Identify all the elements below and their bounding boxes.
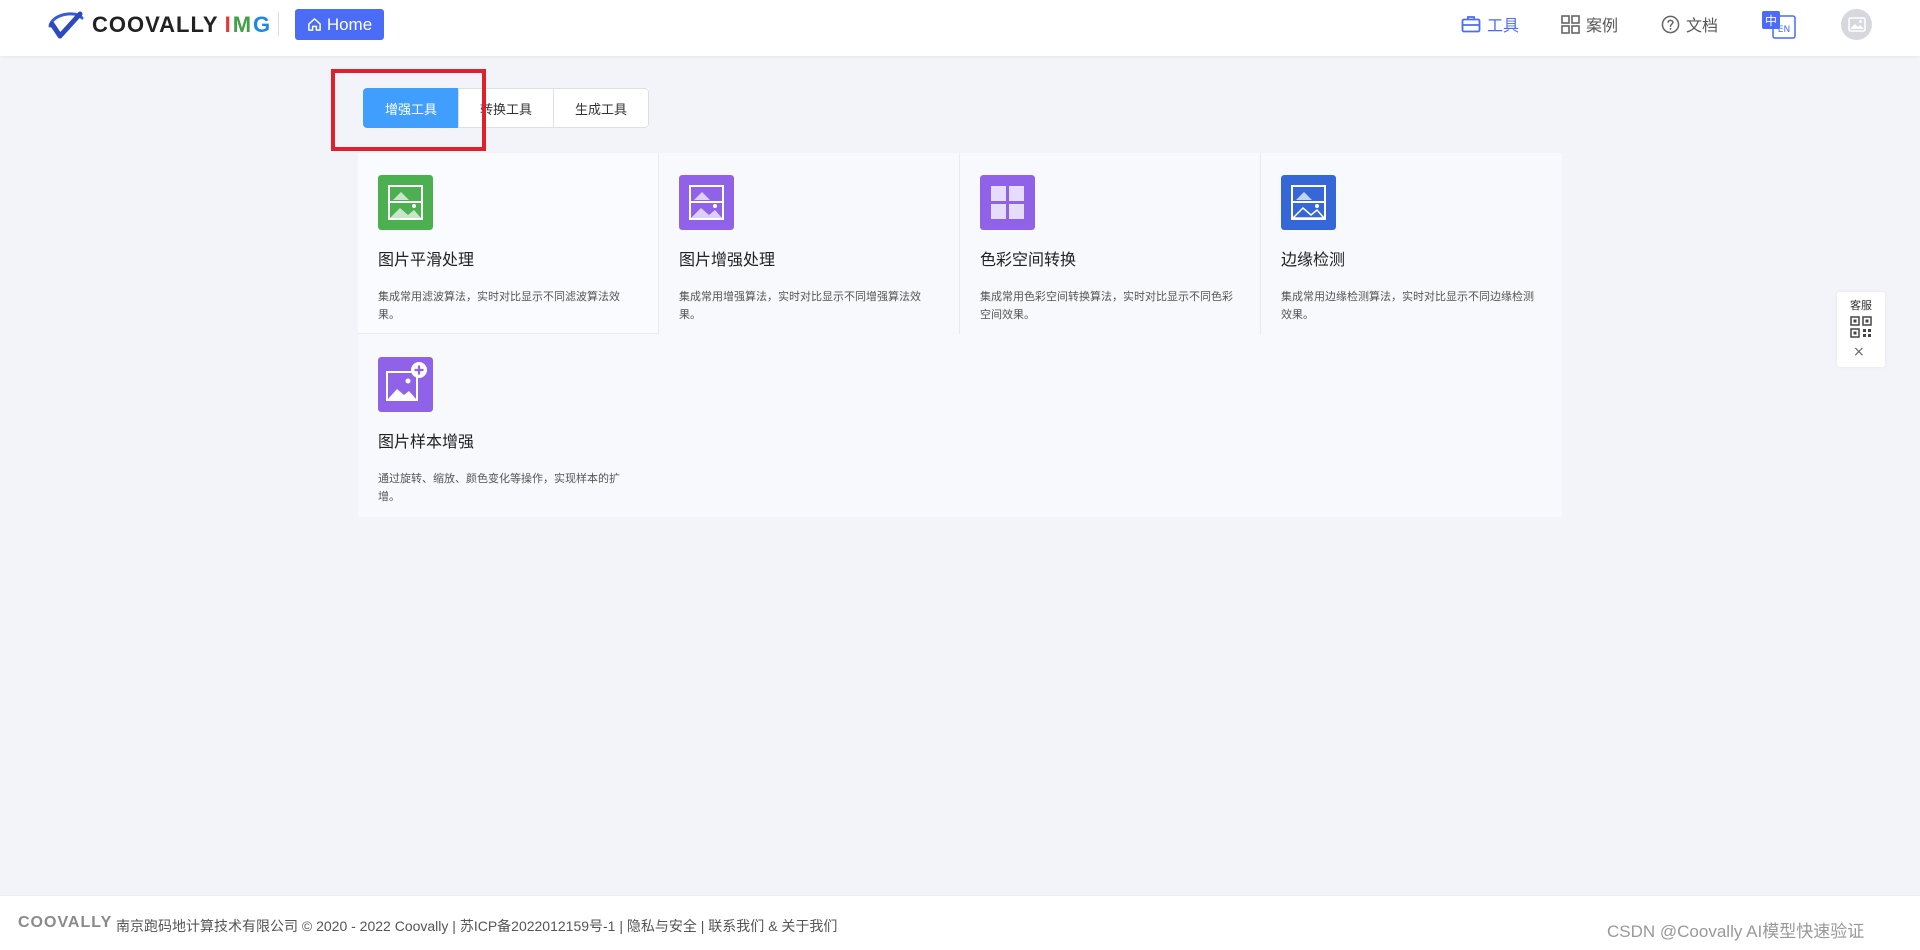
card-title: 图片平滑处理	[378, 250, 475, 269]
nav-tools[interactable]: 工具	[1461, 0, 1519, 48]
image-placeholder-icon	[1847, 17, 1866, 32]
card-description: 集成常用边缘检测算法，实时对比显示不同边缘检测效果。	[1281, 290, 1534, 321]
home-button-label: Home	[326, 14, 373, 34]
footer-copyright: 南京跑码地计算技术有限公司 © 2020 - 2022 Coovally | 苏…	[116, 918, 838, 934]
avatar[interactable]	[1841, 9, 1872, 40]
help-circle-icon	[1661, 15, 1680, 33]
tool-card-image-sample-augment[interactable]: 图片样本增强 通过旋转、缩放、颜色变化等操作，实现样本的扩增。	[358, 335, 659, 516]
check-logo-icon	[48, 11, 84, 39]
qr-code-icon	[1850, 316, 1872, 338]
language-icon: EN 中	[1762, 11, 1796, 39]
footer-logo: COOVALLY	[18, 914, 113, 931]
language-switch[interactable]: EN 中	[1761, 10, 1797, 40]
service-label: 客服	[1850, 299, 1872, 312]
image-enhance-icon	[679, 175, 734, 230]
card-title: 图片增强处理	[679, 250, 776, 269]
image-smooth-icon	[378, 175, 433, 230]
card-description: 集成常用色彩空间转换算法，实时对比显示不同色彩空间效果。	[980, 290, 1233, 321]
tool-card-edge-detect[interactable]: 边缘检测 集成常用边缘检测算法，实时对比显示不同边缘检测效果。	[1261, 153, 1562, 334]
page-footer: COOVALLY 南京跑码地计算技术有限公司 © 2020 - 2022 Coo…	[0, 895, 1920, 950]
nav-cases[interactable]: 案例	[1561, 0, 1618, 48]
logo-suffix: IMG	[224, 12, 273, 37]
nav-cases-label: 案例	[1586, 16, 1619, 35]
home-icon	[307, 18, 321, 31]
color-space-icon	[980, 175, 1035, 230]
language-primary: 中	[1765, 13, 1777, 28]
card-description: 通过旋转、缩放、颜色变化等操作，实现样本的扩增。	[378, 472, 620, 503]
card-title: 色彩空间转换	[980, 250, 1077, 269]
logo-word: COOVALLY	[92, 12, 219, 37]
coovally-logo[interactable]: COOVALLY IMG	[46, 8, 272, 42]
grid-icon	[1561, 14, 1580, 34]
home-button[interactable]: Home	[295, 9, 384, 40]
highlight-annotation	[331, 69, 486, 151]
tool-card-grid: 图片平滑处理 集成常用滤波算法，实时对比显示不同滤波算法效果。 图片增强处理 集…	[358, 153, 1562, 517]
card-description: 集成常用滤波算法，实时对比显示不同滤波算法效果。	[378, 290, 620, 321]
nav-docs-label: 文档	[1686, 16, 1719, 35]
nav-docs[interactable]: 文档	[1661, 0, 1718, 48]
close-icon[interactable]: ×	[1853, 344, 1865, 360]
tool-card-image-smooth[interactable]: 图片平滑处理 集成常用滤波算法，实时对比显示不同滤波算法效果。	[358, 153, 659, 334]
card-description: 集成常用增强算法，实时对比显示不同增强算法效果。	[679, 290, 921, 321]
tool-card-color-space[interactable]: 色彩空间转换 集成常用色彩空间转换算法，实时对比显示不同色彩空间效果。	[960, 153, 1261, 334]
top-header: COOVALLY IMG Home 工具 案例 文档 EN 中	[0, 0, 1920, 56]
card-title: 图片样本增强	[378, 432, 475, 451]
customer-service-widget[interactable]: 客服 ×	[1837, 292, 1885, 367]
header-divider	[278, 12, 279, 36]
image-add-icon	[378, 357, 433, 412]
tab-generate-tools[interactable]: 生成工具	[553, 88, 650, 128]
watermark: CSDN @Coovally AI模型快速验证	[1607, 922, 1865, 941]
toolbox-icon	[1461, 16, 1481, 33]
card-title: 边缘检测	[1281, 250, 1346, 269]
tool-card-image-enhance[interactable]: 图片增强处理 集成常用增强算法，实时对比显示不同增强算法效果。	[659, 153, 960, 334]
nav-tools-label: 工具	[1487, 16, 1520, 35]
edge-detect-icon	[1281, 175, 1336, 230]
